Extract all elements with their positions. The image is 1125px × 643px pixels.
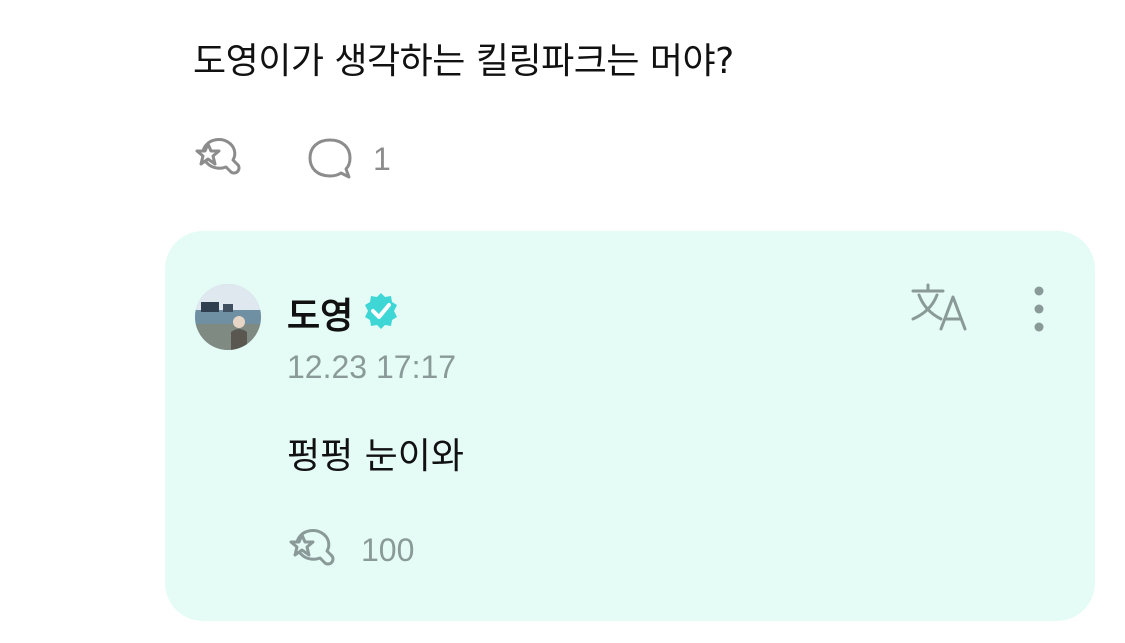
more-vertical-icon[interactable] [1029,283,1049,335]
reply-reaction-button[interactable]: 100 [287,527,414,573]
post-text: 도영이가 생각하는 킬링파크는 머야? [193,41,734,82]
author-name[interactable]: 도영 [287,287,353,339]
comment-count: 1 [373,140,391,177]
translate-icon[interactable] [909,281,971,333]
reaction-star-bubble-icon [289,529,335,566]
reaction-count: 100 [361,531,415,568]
post-reaction-button[interactable] [193,136,247,182]
reply-text: 펑펑 눈이와 [287,436,465,477]
avatar[interactable] [195,284,261,350]
avatar-image [195,284,261,350]
post-actions: 1 [193,136,391,182]
comment-bubble-icon [308,138,352,179]
post-comment-button[interactable]: 1 [305,136,391,182]
reply-timestamp: 12.23 17:17 [287,349,457,385]
reply-card: 도영 12.23 17:17 펑펑 눈이와 100 [165,231,1095,621]
reaction-star-bubble-icon [195,138,241,175]
verified-badge-icon [365,293,397,329]
reply-actions: 100 [287,527,414,573]
